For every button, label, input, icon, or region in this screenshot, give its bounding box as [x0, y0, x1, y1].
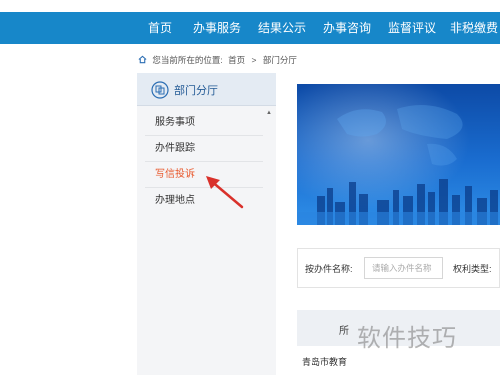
- nav-item-fees[interactable]: 非税缴费: [450, 12, 498, 44]
- filter-bar: 按办件名称: 请输入办件名称 权利类型:: [297, 248, 500, 288]
- sidebar-header: 部门分厅: [137, 73, 276, 106]
- breadcrumb-prefix: 您当前所在的位置:: [152, 54, 223, 65]
- city-map-illustration: [297, 84, 500, 225]
- nav-item-consult[interactable]: 办事咨询: [323, 12, 371, 44]
- top-nav-bar: 首页 办事服务 结果公示 办事咨询 监督评议 非税缴费: [0, 12, 500, 44]
- nav-item-services[interactable]: 办事服务: [193, 12, 241, 44]
- sidebar-item-service-matters[interactable]: 服务事项: [145, 110, 263, 136]
- nav-item-results[interactable]: 结果公示: [258, 12, 306, 44]
- nav-item-home[interactable]: 首页: [148, 12, 172, 44]
- table-header-label: 所: [339, 326, 349, 337]
- home-icon: [138, 55, 147, 64]
- banner-image: [297, 84, 500, 225]
- sidebar-item-case-tracking[interactable]: 办件跟踪: [145, 136, 263, 162]
- table-row[interactable]: 青岛市教育: [302, 355, 347, 368]
- name-filter-label: 按办件名称:: [305, 264, 353, 274]
- case-name-search-input[interactable]: 请输入办件名称: [364, 257, 443, 279]
- sidebar: 部门分厅 ▲ 服务事项 办件跟踪 写信投诉 办理地点: [137, 73, 276, 375]
- nav-item-supervise[interactable]: 监督评议: [388, 12, 436, 44]
- breadcrumb-current: 部门分厅: [262, 54, 297, 65]
- breadcrumb-separator: >: [251, 54, 257, 65]
- sidebar-title: 部门分厅: [174, 85, 218, 97]
- breadcrumb-home-link[interactable]: 首页: [228, 55, 245, 65]
- scroll-up-icon[interactable]: ▲: [266, 110, 272, 116]
- type-filter-label: 权利类型:: [453, 264, 492, 274]
- annotation-arrow-icon: [206, 176, 244, 209]
- watermark-text: 软件技巧: [357, 325, 457, 352]
- department-icon: [151, 81, 169, 99]
- breadcrumb: 您当前所在的位置: 首页 > 部门分厅: [138, 52, 297, 66]
